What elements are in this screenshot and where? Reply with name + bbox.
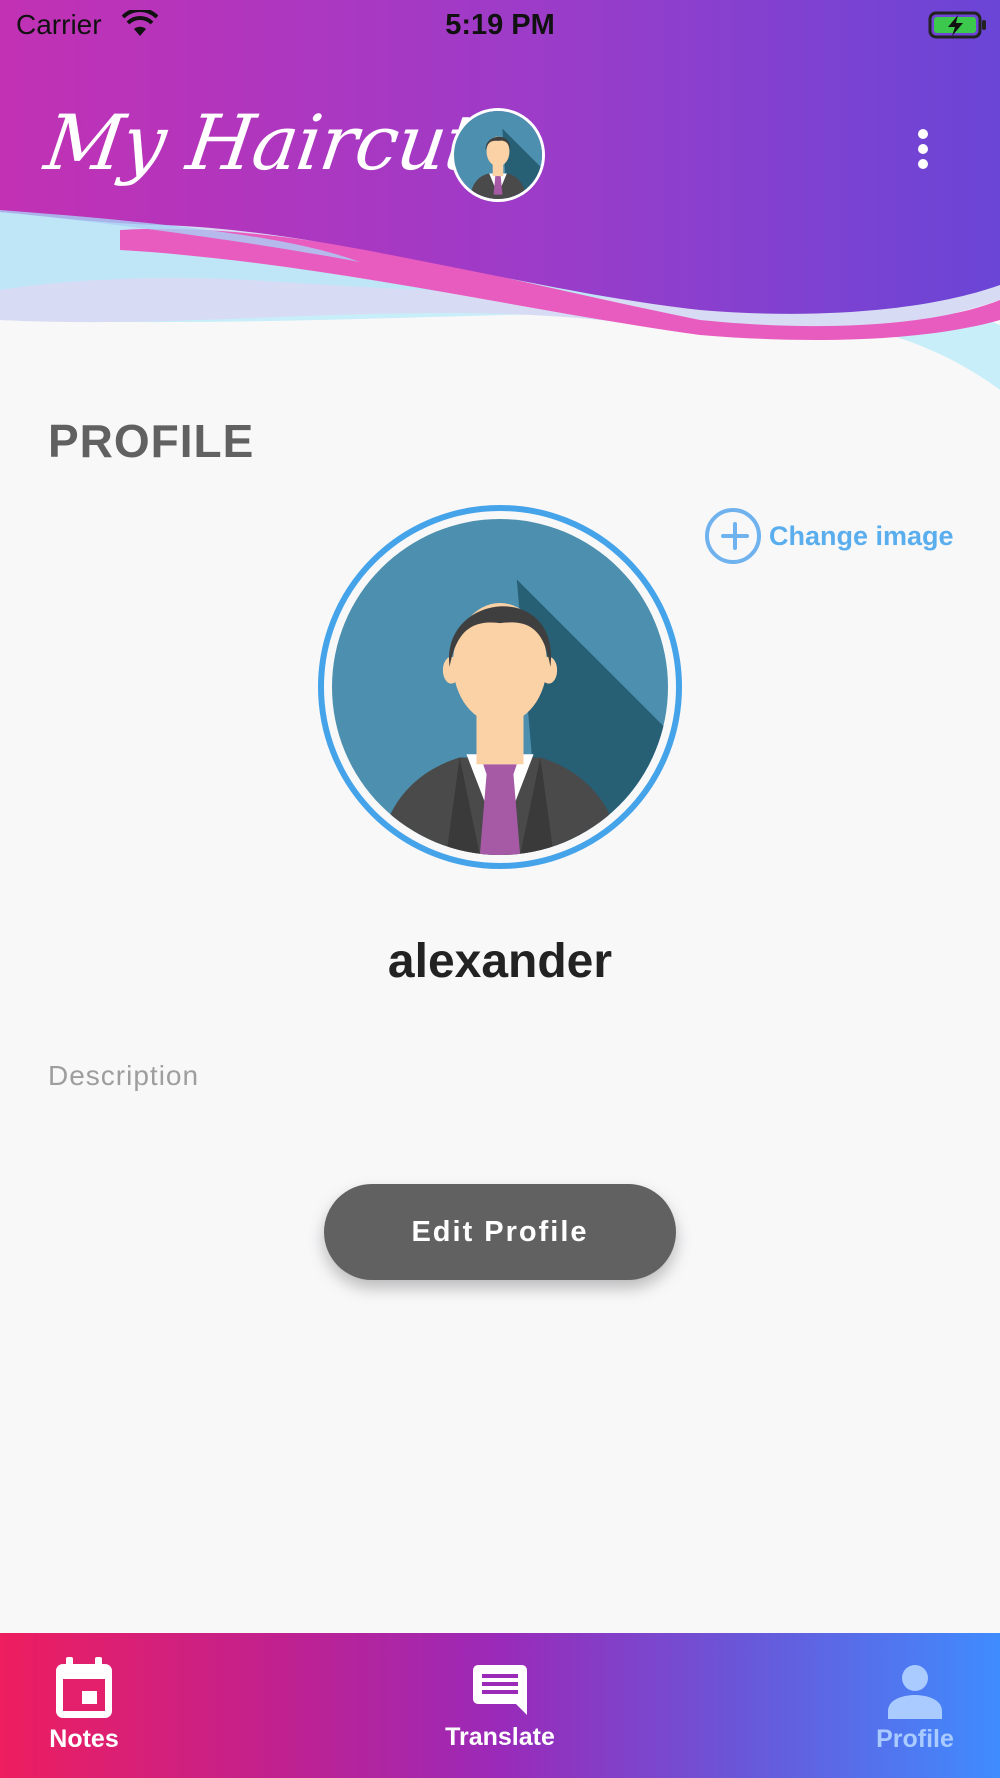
person-icon xyxy=(888,1665,942,1719)
avatar-icon xyxy=(332,519,668,855)
more-options-button[interactable] xyxy=(905,124,941,174)
page-title: PROFILE xyxy=(48,415,255,467)
tab-notes-label: Notes xyxy=(49,1725,119,1753)
more-dot-icon xyxy=(918,129,928,139)
change-image-button[interactable]: Change image xyxy=(705,506,954,566)
tab-translate[interactable]: Translate xyxy=(430,1633,570,1778)
header: Carrier 5:19 PM My Haircut xyxy=(0,0,1000,390)
battery-icon xyxy=(928,11,986,39)
tab-profile[interactable]: Profile xyxy=(860,1633,970,1778)
message-icon xyxy=(473,1665,527,1715)
app-logo: My Haircut xyxy=(39,98,482,187)
header-avatar[interactable] xyxy=(451,108,545,202)
tab-notes[interactable]: Notes xyxy=(34,1633,134,1778)
tab-translate-label: Translate xyxy=(445,1723,555,1751)
profile-avatar xyxy=(318,505,682,869)
change-image-label: Change image xyxy=(769,520,954,551)
description-field[interactable]: Description xyxy=(48,1060,199,1092)
avatar-icon xyxy=(454,111,542,199)
clock: 5:19 PM xyxy=(445,9,555,41)
more-dot-icon xyxy=(918,144,928,154)
edit-profile-button[interactable]: Edit Profile xyxy=(324,1184,676,1280)
tab-profile-label: Profile xyxy=(876,1725,954,1753)
bottom-tab-bar: Notes Translate Profile xyxy=(0,1633,1000,1778)
calendar-icon xyxy=(56,1657,112,1718)
username: alexander xyxy=(387,935,613,988)
more-dot-icon xyxy=(918,159,928,169)
status-bar: Carrier 5:19 PM xyxy=(0,0,1000,50)
add-circle-icon xyxy=(705,508,761,564)
